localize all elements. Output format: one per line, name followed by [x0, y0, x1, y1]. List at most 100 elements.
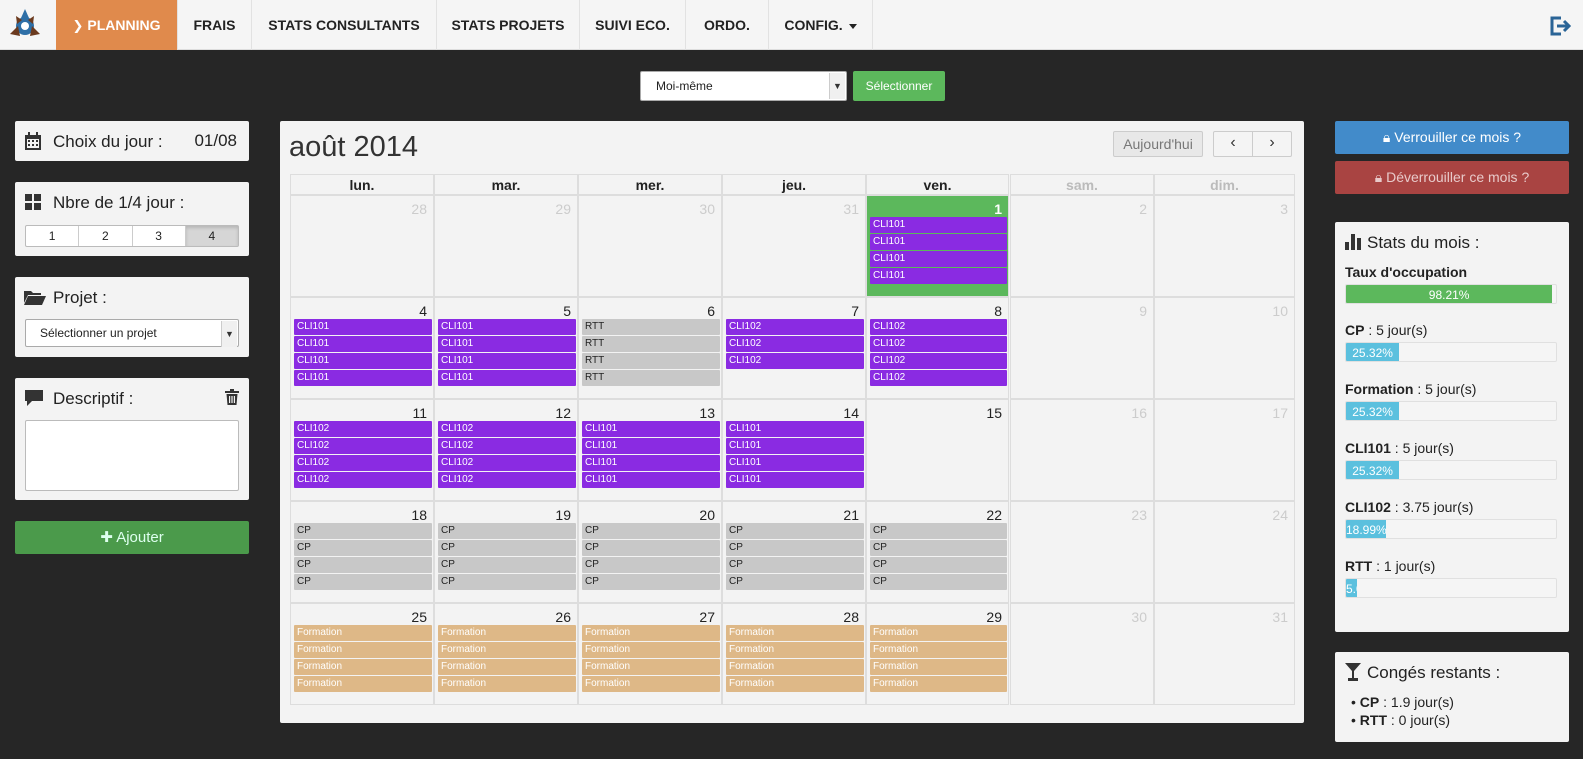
calendar-day-cell[interactable]: 30 [1010, 603, 1154, 705]
calendar-event[interactable]: CP [438, 523, 576, 539]
calendar-day-cell[interactable]: 2 [1010, 195, 1154, 297]
calendar-event[interactable]: CLI102 [294, 455, 432, 471]
calendar-event[interactable]: CLI102 [438, 438, 576, 454]
quarter-option-1[interactable]: 1 [26, 226, 80, 246]
calendar-day-cell[interactable]: 5 CLI101 CLI101 CLI101 CLI101 [434, 297, 578, 399]
calendar-event[interactable]: Formation [582, 659, 720, 675]
calendar-event[interactable]: CP [294, 574, 432, 590]
calendar-day-cell[interactable]: 1 CLI101 CLI101 CLI101 CLI101 [866, 195, 1009, 297]
calendar-event[interactable]: CLI101 [726, 438, 864, 454]
calendar-event[interactable]: CP [870, 557, 1007, 573]
calendar-event[interactable]: CLI101 [438, 319, 576, 335]
calendar-day-cell[interactable]: 25 Formation Formation Formation Formation [290, 603, 434, 705]
calendar-event[interactable]: CLI102 [870, 353, 1007, 369]
calendar-event[interactable]: CLI101 [582, 421, 720, 437]
next-month-button[interactable]: › [1252, 131, 1292, 157]
calendar-event[interactable]: Formation [870, 642, 1007, 658]
calendar-day-cell[interactable]: 11 CLI102 CLI102 CLI102 CLI102 [290, 399, 434, 501]
calendar-event[interactable]: Formation [726, 659, 864, 675]
calendar-event[interactable]: CLI101 [582, 455, 720, 471]
calendar-event[interactable]: CP [726, 574, 864, 590]
nav-config[interactable]: CONFIG. [769, 0, 873, 50]
calendar-event[interactable]: CLI101 [726, 472, 864, 488]
quarter-option-2[interactable]: 2 [79, 226, 133, 246]
calendar-event[interactable]: CLI101 [438, 370, 576, 386]
calendar-day-cell[interactable]: 15 [866, 399, 1009, 501]
lock-month-button[interactable]: 🔒︎ Verrouiller ce mois ? [1335, 121, 1569, 154]
calendar-event[interactable]: CLI102 [870, 336, 1007, 352]
prev-month-button[interactable]: ‹ [1213, 131, 1253, 157]
nav-ordo[interactable]: ORDO. [686, 0, 769, 50]
calendar-day-cell[interactable]: 24 [1154, 501, 1295, 603]
calendar-event[interactable]: CLI102 [870, 370, 1007, 386]
logo-icon[interactable] [6, 6, 44, 44]
user-select[interactable]: Moi-même ▼ [640, 71, 847, 101]
calendar-event[interactable]: Formation [870, 676, 1007, 692]
calendar-event[interactable]: CLI102 [294, 421, 432, 437]
calendar-event[interactable]: CLI101 [294, 319, 432, 335]
calendar-event[interactable]: Formation [438, 642, 576, 658]
calendar-event[interactable]: CLI101 [294, 353, 432, 369]
calendar-event[interactable]: CLI102 [726, 319, 864, 335]
calendar-day-cell[interactable]: 13 CLI101 CLI101 CLI101 CLI101 [578, 399, 722, 501]
calendar-day-cell[interactable]: 30 [578, 195, 722, 297]
trash-icon[interactable] [225, 389, 239, 405]
calendar-day-cell[interactable]: 31 [1154, 603, 1295, 705]
calendar-event[interactable]: CP [726, 523, 864, 539]
calendar-day-cell[interactable]: 19 CP CP CP CP [434, 501, 578, 603]
calendar-event[interactable]: CP [438, 574, 576, 590]
calendar-event[interactable]: CLI101 [294, 336, 432, 352]
calendar-event[interactable]: Formation [582, 676, 720, 692]
calendar-event[interactable]: Formation [294, 659, 432, 675]
calendar-event[interactable]: Formation [582, 625, 720, 641]
calendar-day-cell[interactable]: 31 [722, 195, 866, 297]
calendar-event[interactable]: CLI102 [294, 438, 432, 454]
quarter-option-4[interactable]: 4 [185, 226, 238, 246]
calendar-day-cell[interactable]: 23 [1010, 501, 1154, 603]
calendar-event[interactable]: CP [726, 540, 864, 556]
calendar-event[interactable]: CP [582, 540, 720, 556]
calendar-event[interactable]: CLI102 [726, 336, 864, 352]
calendar-day-cell[interactable]: 20 CP CP CP CP [578, 501, 722, 603]
calendar-day-cell[interactable]: 28 Formation Formation Formation Formation [722, 603, 866, 705]
unlock-month-button[interactable]: 🔒︎ Déverrouiller ce mois ? [1335, 161, 1569, 194]
calendar-event[interactable]: RTT [582, 319, 720, 335]
calendar-event[interactable]: RTT [582, 353, 720, 369]
select-user-button[interactable]: Sélectionner [853, 71, 945, 101]
calendar-day-cell[interactable]: 14 CLI101 CLI101 CLI101 CLI101 [722, 399, 866, 501]
calendar-event[interactable]: CP [870, 523, 1007, 539]
nav-stats-projets[interactable]: STATS PROJETS [437, 0, 580, 50]
calendar-event[interactable]: CP [294, 540, 432, 556]
calendar-event[interactable]: CP [582, 574, 720, 590]
project-select[interactable]: Sélectionner un projet ▼ [25, 319, 239, 347]
calendar-event[interactable]: CP [294, 557, 432, 573]
calendar-event[interactable]: CP [870, 574, 1007, 590]
calendar-event[interactable]: Formation [726, 625, 864, 641]
calendar-event[interactable]: Formation [294, 676, 432, 692]
calendar-event[interactable]: Formation [582, 642, 720, 658]
day-choice-value[interactable]: 01/08 [194, 131, 237, 151]
calendar-event[interactable]: CP [582, 557, 720, 573]
calendar-day-cell[interactable]: 16 [1010, 399, 1154, 501]
calendar-event[interactable]: RTT [582, 336, 720, 352]
today-button[interactable]: Aujourd'hui [1113, 131, 1203, 157]
calendar-event[interactable]: CLI101 [726, 421, 864, 437]
calendar-event[interactable]: CP [294, 523, 432, 539]
calendar-event[interactable]: Formation [870, 625, 1007, 641]
calendar-event[interactable]: CLI101 [870, 217, 1007, 233]
calendar-day-cell[interactable]: 6 RTT RTT RTT RTT [578, 297, 722, 399]
nav-frais[interactable]: FRAIS [178, 0, 252, 50]
calendar-event[interactable]: CP [438, 557, 576, 573]
calendar-day-cell[interactable]: 26 Formation Formation Formation Formation [434, 603, 578, 705]
calendar-event[interactable]: Formation [726, 642, 864, 658]
calendar-event[interactable]: Formation [438, 676, 576, 692]
nav-planning[interactable]: ❯ PLANNING [56, 0, 178, 50]
calendar-event[interactable]: CLI101 [726, 455, 864, 471]
calendar-event[interactable]: CLI102 [726, 353, 864, 369]
calendar-event[interactable]: CLI101 [582, 438, 720, 454]
calendar-event[interactable]: CLI102 [438, 455, 576, 471]
quarter-option-3[interactable]: 3 [133, 226, 186, 246]
calendar-event[interactable]: CLI102 [294, 472, 432, 488]
calendar-event[interactable]: CLI101 [294, 370, 432, 386]
calendar-day-cell[interactable]: 17 [1154, 399, 1295, 501]
